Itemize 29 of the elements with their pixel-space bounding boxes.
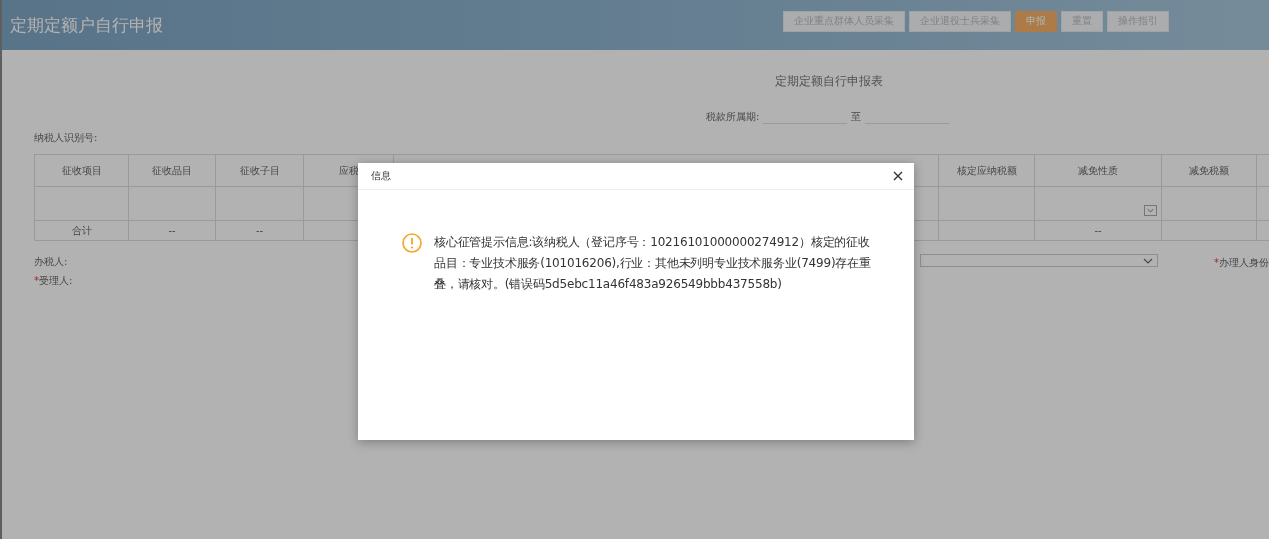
- taxpayer-id-label: 纳税人识别号:: [34, 132, 98, 143]
- submit-button[interactable]: 申报: [1015, 10, 1057, 32]
- dialog-title: 信息: [371, 169, 391, 183]
- column-header: 核定应纳税额: [939, 155, 1035, 187]
- warning-icon: [402, 233, 422, 253]
- caret-icon: [1143, 257, 1153, 264]
- required-mark: *: [34, 275, 39, 286]
- column-header: 征收项目: [35, 155, 129, 187]
- field-label: 办理人身份: [1219, 257, 1269, 268]
- period-label: 税款所属期:: [706, 110, 760, 124]
- dropdown-field[interactable]: [1144, 205, 1157, 216]
- field-label: 受理人:: [39, 275, 73, 286]
- page-title: 定期定额户自行申报: [10, 13, 163, 37]
- field-label: 办税人:: [34, 256, 68, 267]
- form-title: 定期定额自行申报表: [774, 73, 884, 90]
- table-cell: --: [1035, 221, 1162, 241]
- dropdown-field[interactable]: [920, 254, 1158, 267]
- caret-icon: [1147, 208, 1154, 213]
- column-header: 征收子目: [216, 155, 304, 187]
- column-header: 减免税额: [1162, 155, 1257, 187]
- table-cell: --: [129, 221, 216, 241]
- table-cell: --: [216, 221, 304, 241]
- period-separator: 至: [851, 110, 862, 124]
- close-icon[interactable]: [893, 171, 903, 181]
- column-header: 征收品目: [129, 155, 216, 187]
- required-mark: *: [1214, 257, 1219, 268]
- table-cell: 合计: [35, 221, 129, 241]
- dialog-message: 核心征管提示信息:该纳税人（登记序号：10216101000000274912）核定的征收品目：专业技术服务(101016206),行业：其他未列明专业技术服务业(7499)存在重叠，请核对。(错误码5d5ebc11a46f483a926549bbb437558b): [434, 234, 872, 293]
- column-header: 减免性质: [1035, 155, 1162, 187]
